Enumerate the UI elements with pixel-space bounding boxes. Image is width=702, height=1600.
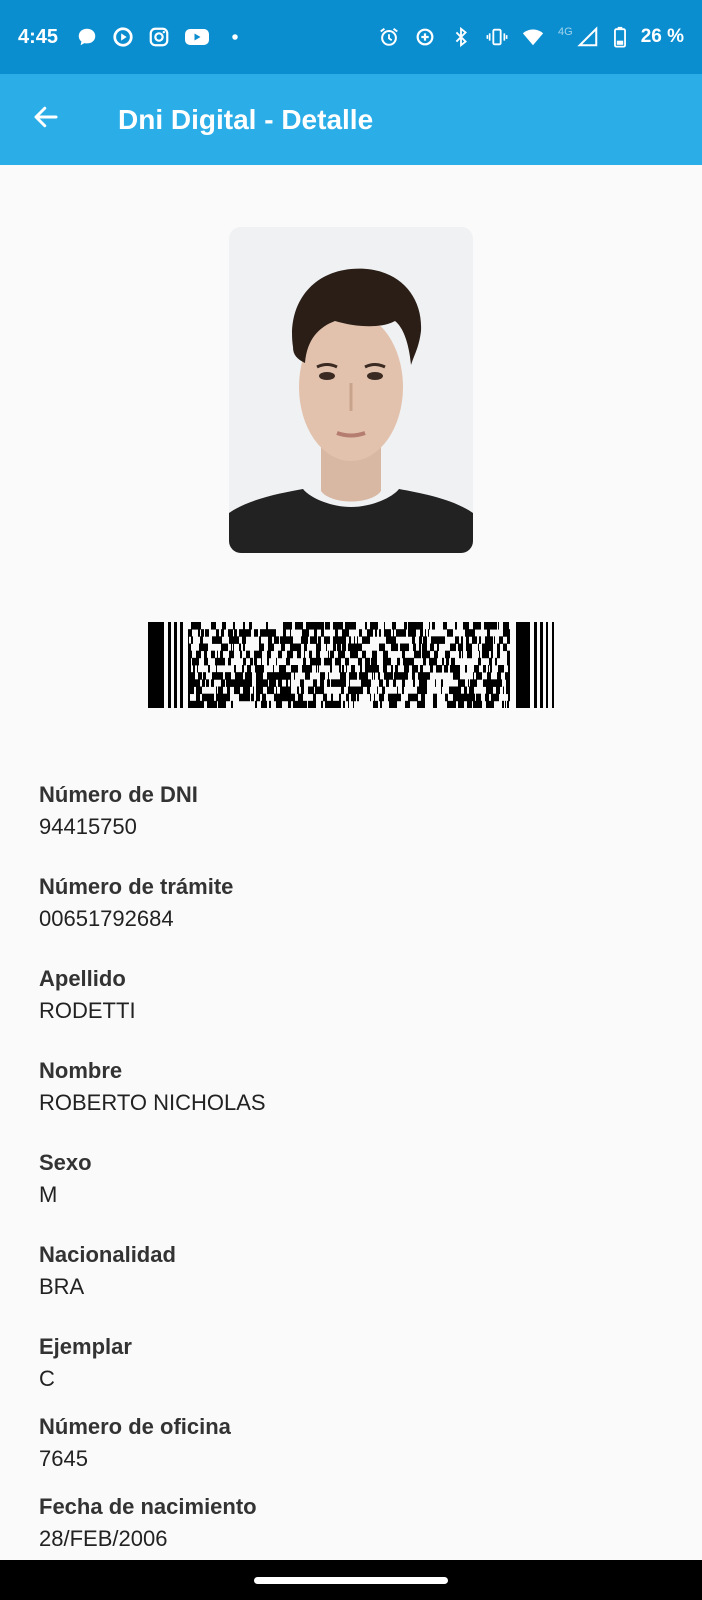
dot-icon [224, 26, 246, 48]
battery-icon [613, 26, 627, 48]
chat-bubble-icon [76, 26, 98, 48]
data-saver-icon [414, 26, 436, 48]
arrow-left-icon [31, 102, 61, 137]
network-type-label: 4G [558, 26, 573, 38]
play-circle-icon [112, 26, 134, 48]
field-office-number: Número de oficina 7645 [39, 1412, 231, 1474]
field-value: BRA [39, 1274, 85, 1299]
field-dni-number: Número de DNI 94415750 [39, 780, 198, 842]
field-label: Nacionalidad [39, 1242, 176, 1267]
field-procedure-number: Número de trámite 00651792684 [39, 872, 233, 934]
field-value: C [39, 1366, 55, 1391]
back-button[interactable] [10, 74, 82, 165]
bluetooth-icon [450, 26, 472, 48]
field-nationality: Nacionalidad BRA [39, 1240, 176, 1302]
field-value: 94415750 [39, 814, 137, 839]
field-value: ROBERTO NICHOLAS [39, 1090, 266, 1115]
field-copy: Ejemplar C [39, 1332, 132, 1394]
field-label: Sexo [39, 1150, 92, 1175]
field-surname: Apellido RODETTI [39, 964, 136, 1026]
status-bar: 4:45 4G 26 % [0, 0, 702, 74]
field-label: Ejemplar [39, 1334, 132, 1359]
status-time: 4:45 [18, 25, 59, 48]
instagram-icon [148, 26, 170, 48]
status-left: 4:45 [18, 26, 246, 49]
status-right: 4G 26 % [378, 26, 684, 48]
field-label: Fecha de nacimiento [39, 1494, 257, 1519]
id-photo [229, 227, 473, 553]
field-value: 7645 [39, 1446, 88, 1471]
vibrate-icon [486, 26, 508, 48]
field-label: Número de trámite [39, 874, 234, 899]
page-title: Dni Digital - Detalle [118, 103, 374, 135]
field-value: 00651792684 [39, 906, 174, 931]
battery-percentage: 26 % [640, 26, 684, 47]
field-value: RODETTI [39, 998, 136, 1023]
field-label: Número de DNI [39, 782, 198, 807]
signal-icon [577, 26, 599, 48]
field-label: Número de oficina [39, 1414, 231, 1439]
field-label: Nombre [39, 1058, 123, 1083]
app-bar: Dni Digital - Detalle [0, 74, 702, 165]
alarm-icon [378, 26, 400, 48]
youtube-icon [184, 26, 210, 48]
barcode [148, 622, 556, 709]
navigation-bar [0, 1560, 702, 1600]
wifi-icon [522, 26, 544, 48]
field-value: 28/FEB/2006 [39, 1526, 168, 1551]
field-label: Apellido [39, 966, 126, 991]
field-birth-date: Fecha de nacimiento 28/FEB/2006 [39, 1492, 257, 1554]
field-sex: Sexo M [39, 1148, 92, 1210]
home-indicator[interactable] [254, 1576, 448, 1584]
field-name: Nombre ROBERTO NICHOLAS [39, 1056, 266, 1118]
field-value: M [39, 1182, 58, 1207]
